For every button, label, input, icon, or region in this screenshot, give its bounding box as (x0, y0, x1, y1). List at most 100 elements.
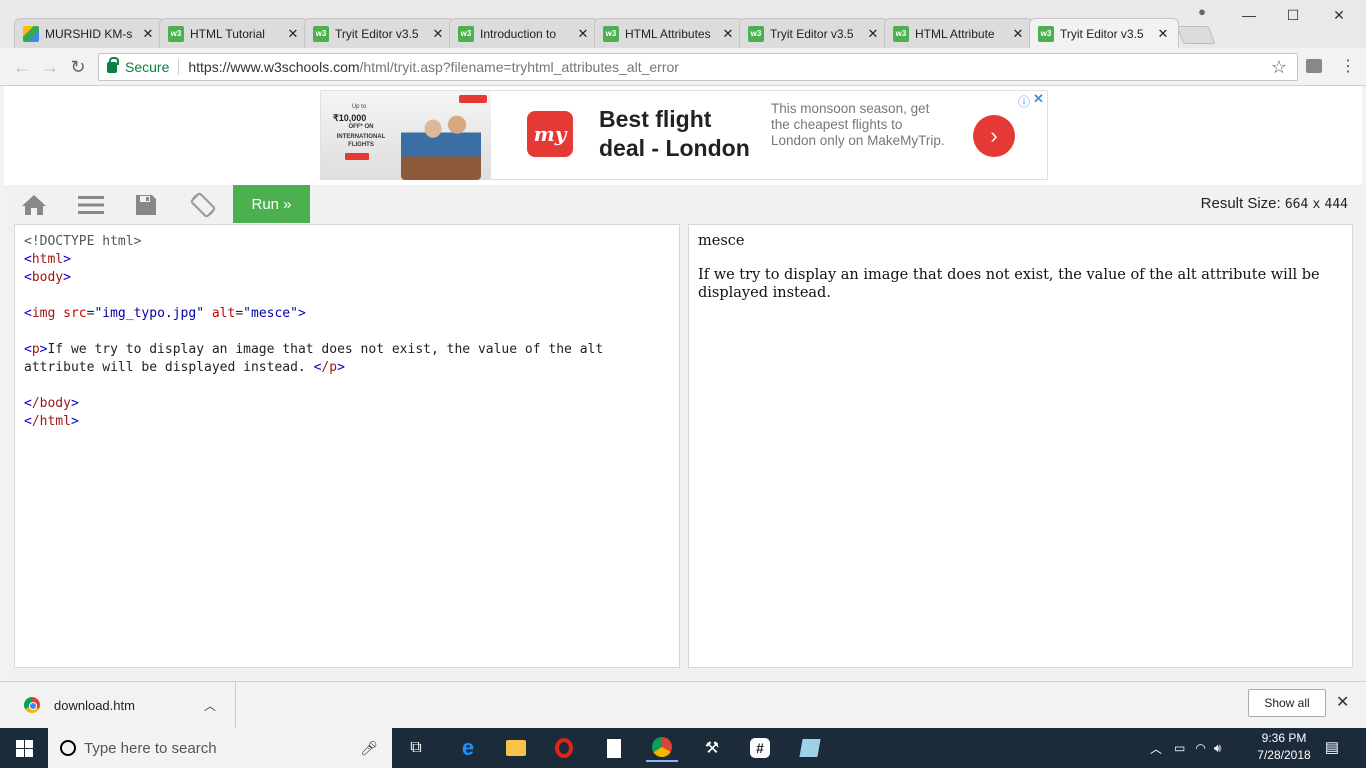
w3schools-icon: w3 (168, 25, 184, 42)
makemytrip-logo-icon[interactable]: my (527, 111, 573, 157)
w3schools-icon: w3 (1038, 25, 1054, 42)
code-tag: /body (31, 396, 71, 411)
menu-icon[interactable]: ⋮ (1338, 56, 1358, 78)
close-icon[interactable]: ✕ (1336, 692, 1349, 712)
battery-icon[interactable]: ▭ (1174, 741, 1185, 755)
url-text[interactable]: https://www.w3schools.com/html/tryit.asp… (188, 59, 679, 75)
close-icon[interactable]: ✕ (721, 26, 735, 42)
wifi-icon[interactable]: ◠ (1195, 741, 1205, 755)
ad-close-icon[interactable]: ✕ (1033, 91, 1044, 107)
chevron-up-icon[interactable]: ︿ (1150, 740, 1162, 757)
code-bracket: < (24, 414, 32, 429)
file-explorer-icon[interactable] (500, 734, 532, 762)
chrome-icon[interactable] (646, 734, 678, 762)
code-bracket: > (297, 306, 306, 321)
image-alt-text: mesce (698, 233, 745, 249)
tab-label: HTML Attribute (915, 26, 995, 41)
task-view-icon[interactable]: ⧉ (400, 734, 432, 762)
close-icon[interactable]: ✕ (866, 26, 880, 42)
tab-html-attribute-2[interactable]: w3 HTML Attribute ✕ (884, 18, 1034, 48)
result-size: Result Size: 664 x 444 (1201, 195, 1348, 212)
code-value: "img_typo.jpg" (94, 306, 205, 321)
chevron-right-icon[interactable]: › (973, 115, 1015, 157)
browser-window: MURSHID KM-s ✕ w3 HTML Tutorial ✕ w3 Try… (0, 0, 1366, 728)
menu-hamburger-icon[interactable] (76, 191, 106, 219)
slack-icon[interactable]: # (744, 734, 776, 762)
close-icon[interactable]: ✕ (576, 26, 590, 42)
code-bracket: > (70, 414, 79, 429)
save-icon[interactable] (131, 191, 161, 219)
run-button[interactable]: Run » (233, 185, 310, 223)
close-window-button[interactable]: ✕ (1316, 2, 1362, 28)
code-editor[interactable]: <!DOCTYPE html> <html> <body> <img src="… (14, 224, 680, 668)
close-icon[interactable]: ✕ (431, 26, 445, 42)
windows-logo-icon (15, 739, 33, 757)
code-text: attribute will be displayed instead. (24, 360, 314, 375)
clock[interactable]: 9:36 PM 7/28/2018 (1256, 730, 1312, 764)
code-bracket: > (337, 360, 345, 375)
tab-label: MURSHID KM-s (45, 26, 133, 41)
opera-icon[interactable] (548, 734, 580, 762)
tab-strip: MURSHID KM-s ✕ w3 HTML Tutorial ✕ w3 Try… (0, 0, 1366, 48)
tab-label: Tryit Editor v3.5 (1060, 26, 1144, 41)
reload-icon[interactable]: ↻ (66, 55, 90, 79)
bookmark-star-icon[interactable]: ☆ (1271, 57, 1287, 78)
ad-headline[interactable]: Best flight deal - London (599, 105, 759, 163)
code-bracket: < (24, 270, 32, 285)
chevron-up-icon[interactable]: ︿ (204, 697, 216, 714)
notification-icon[interactable]: ▤ (1322, 738, 1342, 756)
forward-icon[interactable]: → (38, 55, 62, 79)
code-bracket: < (24, 306, 32, 321)
volume-icon[interactable]: 🔊︎ (1214, 741, 1222, 756)
edge-icon[interactable]: e (452, 734, 484, 762)
ad-image[interactable]: Up to ₹10,000 OFF* ON INTERNATIONAL FLIG… (321, 91, 491, 180)
ad-image-intl: INTERNATIONAL FLIGHTS (336, 134, 386, 148)
tab-html-tutorial[interactable]: w3 HTML Tutorial ✕ (159, 18, 309, 48)
tab-murshid[interactable]: MURSHID KM-s ✕ (14, 18, 164, 48)
close-icon[interactable]: ✕ (286, 26, 300, 42)
code-tag: body (31, 270, 64, 285)
chrome-file-icon (24, 697, 40, 713)
close-icon[interactable]: ✕ (141, 26, 155, 42)
notepad-icon[interactable] (598, 734, 630, 762)
advertisement[interactable]: Up to ₹10,000 OFF* ON INTERNATIONAL FLIG… (320, 90, 1048, 180)
profile-icon[interactable]: ● (1192, 2, 1212, 20)
tools-icon[interactable]: ⚒ (696, 734, 728, 762)
new-tab-button[interactable] (1176, 26, 1216, 44)
tab-label: Introduction to (480, 26, 557, 41)
w3schools-icon: w3 (748, 25, 764, 42)
tab-tryit-2[interactable]: w3 Tryit Editor v3.5 ✕ (739, 18, 889, 48)
back-icon[interactable]: ← (10, 55, 34, 79)
microphone-icon[interactable]: 🎤︎ (360, 740, 378, 757)
minimize-button[interactable]: ― (1226, 2, 1272, 28)
code-bracket: < (24, 396, 32, 411)
tab-introduction[interactable]: w3 Introduction to ✕ (449, 18, 599, 48)
w3schools-icon: w3 (603, 25, 619, 42)
home-icon[interactable] (19, 191, 49, 219)
code-text: If we try to display an image that does … (47, 342, 604, 357)
taskbar-search[interactable]: Type here to search 🎤︎ (48, 728, 392, 768)
search-placeholder: Type here to search (84, 739, 217, 757)
taskbar: Type here to search 🎤︎ ⧉ e ⚒ # ︿ ▭ ◠ 🔊︎ … (0, 728, 1366, 768)
address-bar[interactable]: Secure https://www.w3schools.com/html/tr… (98, 53, 1298, 81)
close-icon[interactable]: ✕ (1156, 26, 1170, 42)
tab-tryit-active[interactable]: w3 Tryit Editor v3.5 ✕ (1029, 18, 1179, 48)
result-width: 664 (1284, 197, 1309, 212)
code-tag: /html (31, 414, 71, 429)
start-button[interactable] (0, 728, 48, 768)
download-file-name: download.htm (54, 697, 135, 713)
tab-html-attributes[interactable]: w3 HTML Attributes ✕ (594, 18, 744, 48)
ad-info-icon[interactable]: ⓘ (1018, 93, 1030, 110)
extension-icon[interactable] (1306, 59, 1322, 73)
close-icon[interactable]: ✕ (1011, 26, 1025, 42)
download-item[interactable]: download.htm ︿ (14, 682, 236, 728)
maximize-button[interactable]: ☐ (1270, 2, 1316, 28)
result-times: x (1312, 197, 1321, 212)
w3schools-icon: w3 (458, 25, 474, 42)
show-all-button[interactable]: Show all (1248, 689, 1326, 717)
ad-body-text: This monsoon season, get the cheapest fl… (771, 101, 945, 148)
app-icon[interactable] (794, 734, 826, 762)
tab-tryit-1[interactable]: w3 Tryit Editor v3.5 ✕ (304, 18, 454, 48)
page-content: Up to ₹10,000 OFF* ON INTERNATIONAL FLIG… (4, 86, 1362, 680)
rotate-orientation-icon[interactable] (188, 191, 218, 219)
